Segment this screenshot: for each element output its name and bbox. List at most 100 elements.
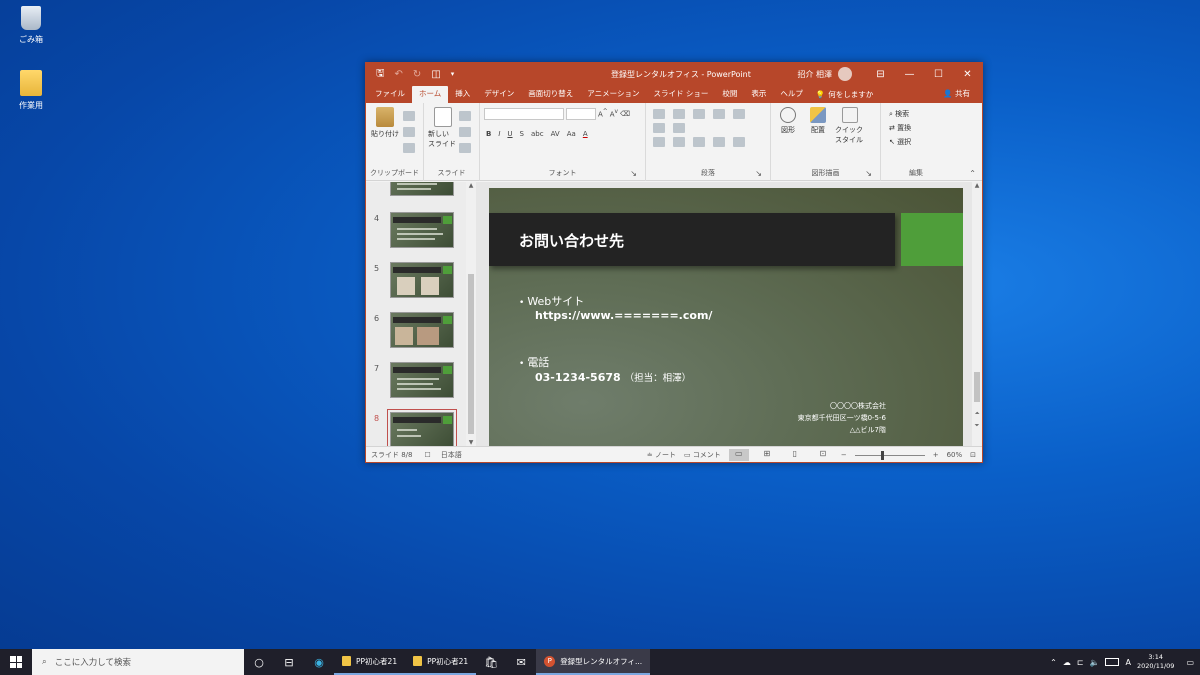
tab-design[interactable]: デザイン: [477, 86, 521, 103]
align-center-icon[interactable]: [673, 137, 685, 147]
slide-thumbnail-selected[interactable]: [387, 409, 457, 451]
slide-thumbnail[interactable]: [390, 182, 454, 196]
ime-icon[interactable]: A: [1125, 658, 1130, 667]
thumbnails-scrollbar[interactable]: ▲ ▼: [466, 182, 476, 448]
volume-icon[interactable]: 🔈: [1090, 658, 1100, 667]
scrollbar-thumb[interactable]: [974, 372, 980, 402]
bullet-detail[interactable]: https://www.=======.com/: [535, 309, 712, 322]
align-text-icon[interactable]: [673, 123, 685, 133]
decrease-indent-icon[interactable]: [693, 109, 705, 119]
taskbar-search[interactable]: ⌕ ここに入力して検索: [32, 649, 244, 675]
taskbar-app-powerpoint[interactable]: P 登録型レンタルオフィ...: [536, 649, 651, 675]
format-painter-icon[interactable]: [403, 143, 415, 153]
cortana-icon[interactable]: ○: [244, 649, 274, 675]
edge-icon[interactable]: ◉: [304, 649, 334, 675]
dialog-launcher-icon[interactable]: ↘: [630, 169, 637, 178]
thumbnail-row[interactable]: 5: [366, 262, 476, 302]
line-spacing-icon[interactable]: [733, 109, 745, 119]
scroll-up-icon[interactable]: ▲: [972, 182, 982, 189]
slide-thumbnail[interactable]: [390, 312, 454, 348]
font-size-select[interactable]: [566, 108, 596, 120]
ribbon-display-options-button[interactable]: ⊟: [866, 69, 895, 80]
collapse-ribbon-icon[interactable]: ⌃: [969, 169, 976, 178]
next-slide-icon[interactable]: ⏷: [972, 422, 982, 430]
clear-format-icon[interactable]: ⌫: [620, 110, 630, 118]
company-name[interactable]: 〇〇〇〇株式会社: [830, 401, 886, 411]
replace-button[interactable]: ⇄ 置換: [889, 121, 947, 135]
mail-icon[interactable]: ✉: [506, 649, 536, 675]
change-case-icon[interactable]: Aa: [567, 130, 576, 138]
bold-icon[interactable]: B: [486, 130, 491, 138]
normal-view-button[interactable]: ▭: [728, 449, 749, 461]
notifications-icon[interactable]: ▭: [1186, 658, 1194, 667]
tab-review[interactable]: 校閲: [715, 86, 744, 103]
find-button[interactable]: ⌕ 検索: [889, 107, 947, 121]
tab-home[interactable]: ホーム: [412, 86, 449, 103]
start-slideshow-icon[interactable]: ◫: [431, 69, 440, 80]
network-icon[interactable]: ⊏: [1077, 658, 1084, 667]
customize-qat-icon[interactable]: ▾: [451, 70, 455, 78]
language[interactable]: 日本語: [441, 450, 462, 460]
slide-thumbnail[interactable]: [390, 212, 454, 248]
font-name-select[interactable]: [484, 108, 564, 120]
company-building[interactable]: △△ビル7階: [850, 425, 886, 435]
spellcheck-icon[interactable]: ☐: [425, 451, 431, 459]
increase-indent-icon[interactable]: [713, 109, 725, 119]
slide-scrollbar[interactable]: ▲ ⏶ ⏷: [972, 182, 982, 448]
tab-animations[interactable]: アニメーション: [580, 86, 646, 103]
taskbar-app-explorer[interactable]: PP初心者21: [334, 649, 406, 675]
store-icon[interactable]: 🛍: [476, 649, 506, 675]
taskbar-app-explorer[interactable]: PP初心者21: [405, 649, 477, 675]
slide-canvas[interactable]: お問い合わせ先 • Webサイト https://www.=======.com/…: [489, 188, 963, 456]
tab-slideshow[interactable]: スライド ショー: [646, 86, 715, 103]
justify-icon[interactable]: [713, 137, 725, 147]
close-button[interactable]: ✕: [953, 69, 982, 80]
font-color-icon[interactable]: A: [583, 130, 588, 138]
thumbnail-row[interactable]: 6: [366, 312, 476, 352]
reading-view-button[interactable]: ▯: [785, 449, 805, 461]
reset-icon[interactable]: [459, 127, 471, 137]
tab-insert[interactable]: 挿入: [448, 86, 477, 103]
align-right-icon[interactable]: [693, 137, 705, 147]
align-left-icon[interactable]: [653, 137, 665, 147]
bullets-icon[interactable]: [653, 109, 665, 119]
underline-icon[interactable]: U: [507, 130, 512, 138]
text-direction-icon[interactable]: [653, 123, 665, 133]
zoom-slider[interactable]: [854, 450, 925, 460]
paste-button[interactable]: 貼り付け: [370, 107, 400, 139]
cut-icon[interactable]: [403, 111, 415, 121]
comments-button[interactable]: ▭ コメント: [684, 450, 721, 460]
zoom-knob[interactable]: [880, 450, 884, 460]
minimize-button[interactable]: —: [895, 69, 924, 80]
scrollbar-thumb[interactable]: [468, 274, 474, 434]
share-button[interactable]: 👤 共有: [943, 88, 970, 99]
previous-slide-icon[interactable]: ⏶: [972, 410, 982, 418]
thumbnail-row[interactable]: 4: [366, 212, 476, 252]
new-slide-button[interactable]: 新しい スライド: [428, 107, 458, 149]
bullet-detail[interactable]: 03-1234-5678 （担当：相澤）: [535, 370, 691, 384]
tell-me-search[interactable]: 💡 何をしますか: [816, 86, 873, 103]
desktop-icon-folder[interactable]: 作業用: [1, 70, 61, 111]
dialog-launcher-icon[interactable]: ↘: [865, 169, 872, 178]
char-spacing-icon[interactable]: AV: [551, 130, 560, 138]
tab-view[interactable]: 表示: [744, 86, 773, 103]
strikethrough-icon[interactable]: abc: [531, 130, 544, 138]
scroll-up-icon[interactable]: ▲: [466, 182, 476, 189]
bullet-item[interactable]: • Webサイト: [519, 293, 584, 309]
columns-icon[interactable]: [733, 137, 745, 147]
save-icon[interactable]: 🖫: [376, 66, 385, 83]
scroll-down-icon[interactable]: ▼: [466, 439, 476, 446]
notes-button[interactable]: ≐ ノート: [647, 450, 676, 460]
bullet-item[interactable]: • 電話: [519, 354, 549, 370]
avatar[interactable]: [838, 67, 852, 81]
thumbnail-partial[interactable]: [366, 182, 476, 200]
italic-icon[interactable]: I: [498, 130, 500, 138]
slide-sorter-button[interactable]: ⊞: [757, 449, 777, 461]
slide-title[interactable]: お問い合わせ先: [519, 230, 624, 251]
zoom-out-icon[interactable]: −: [841, 451, 847, 459]
grow-font-icon[interactable]: A^: [598, 109, 608, 118]
thumbnail-row[interactable]: 7: [366, 362, 476, 402]
quick-styles-button[interactable]: クイック スタイル: [835, 107, 865, 145]
desktop-icon-recycle-bin[interactable]: ごみ箱: [1, 6, 61, 45]
onedrive-icon[interactable]: ☁: [1063, 658, 1071, 667]
